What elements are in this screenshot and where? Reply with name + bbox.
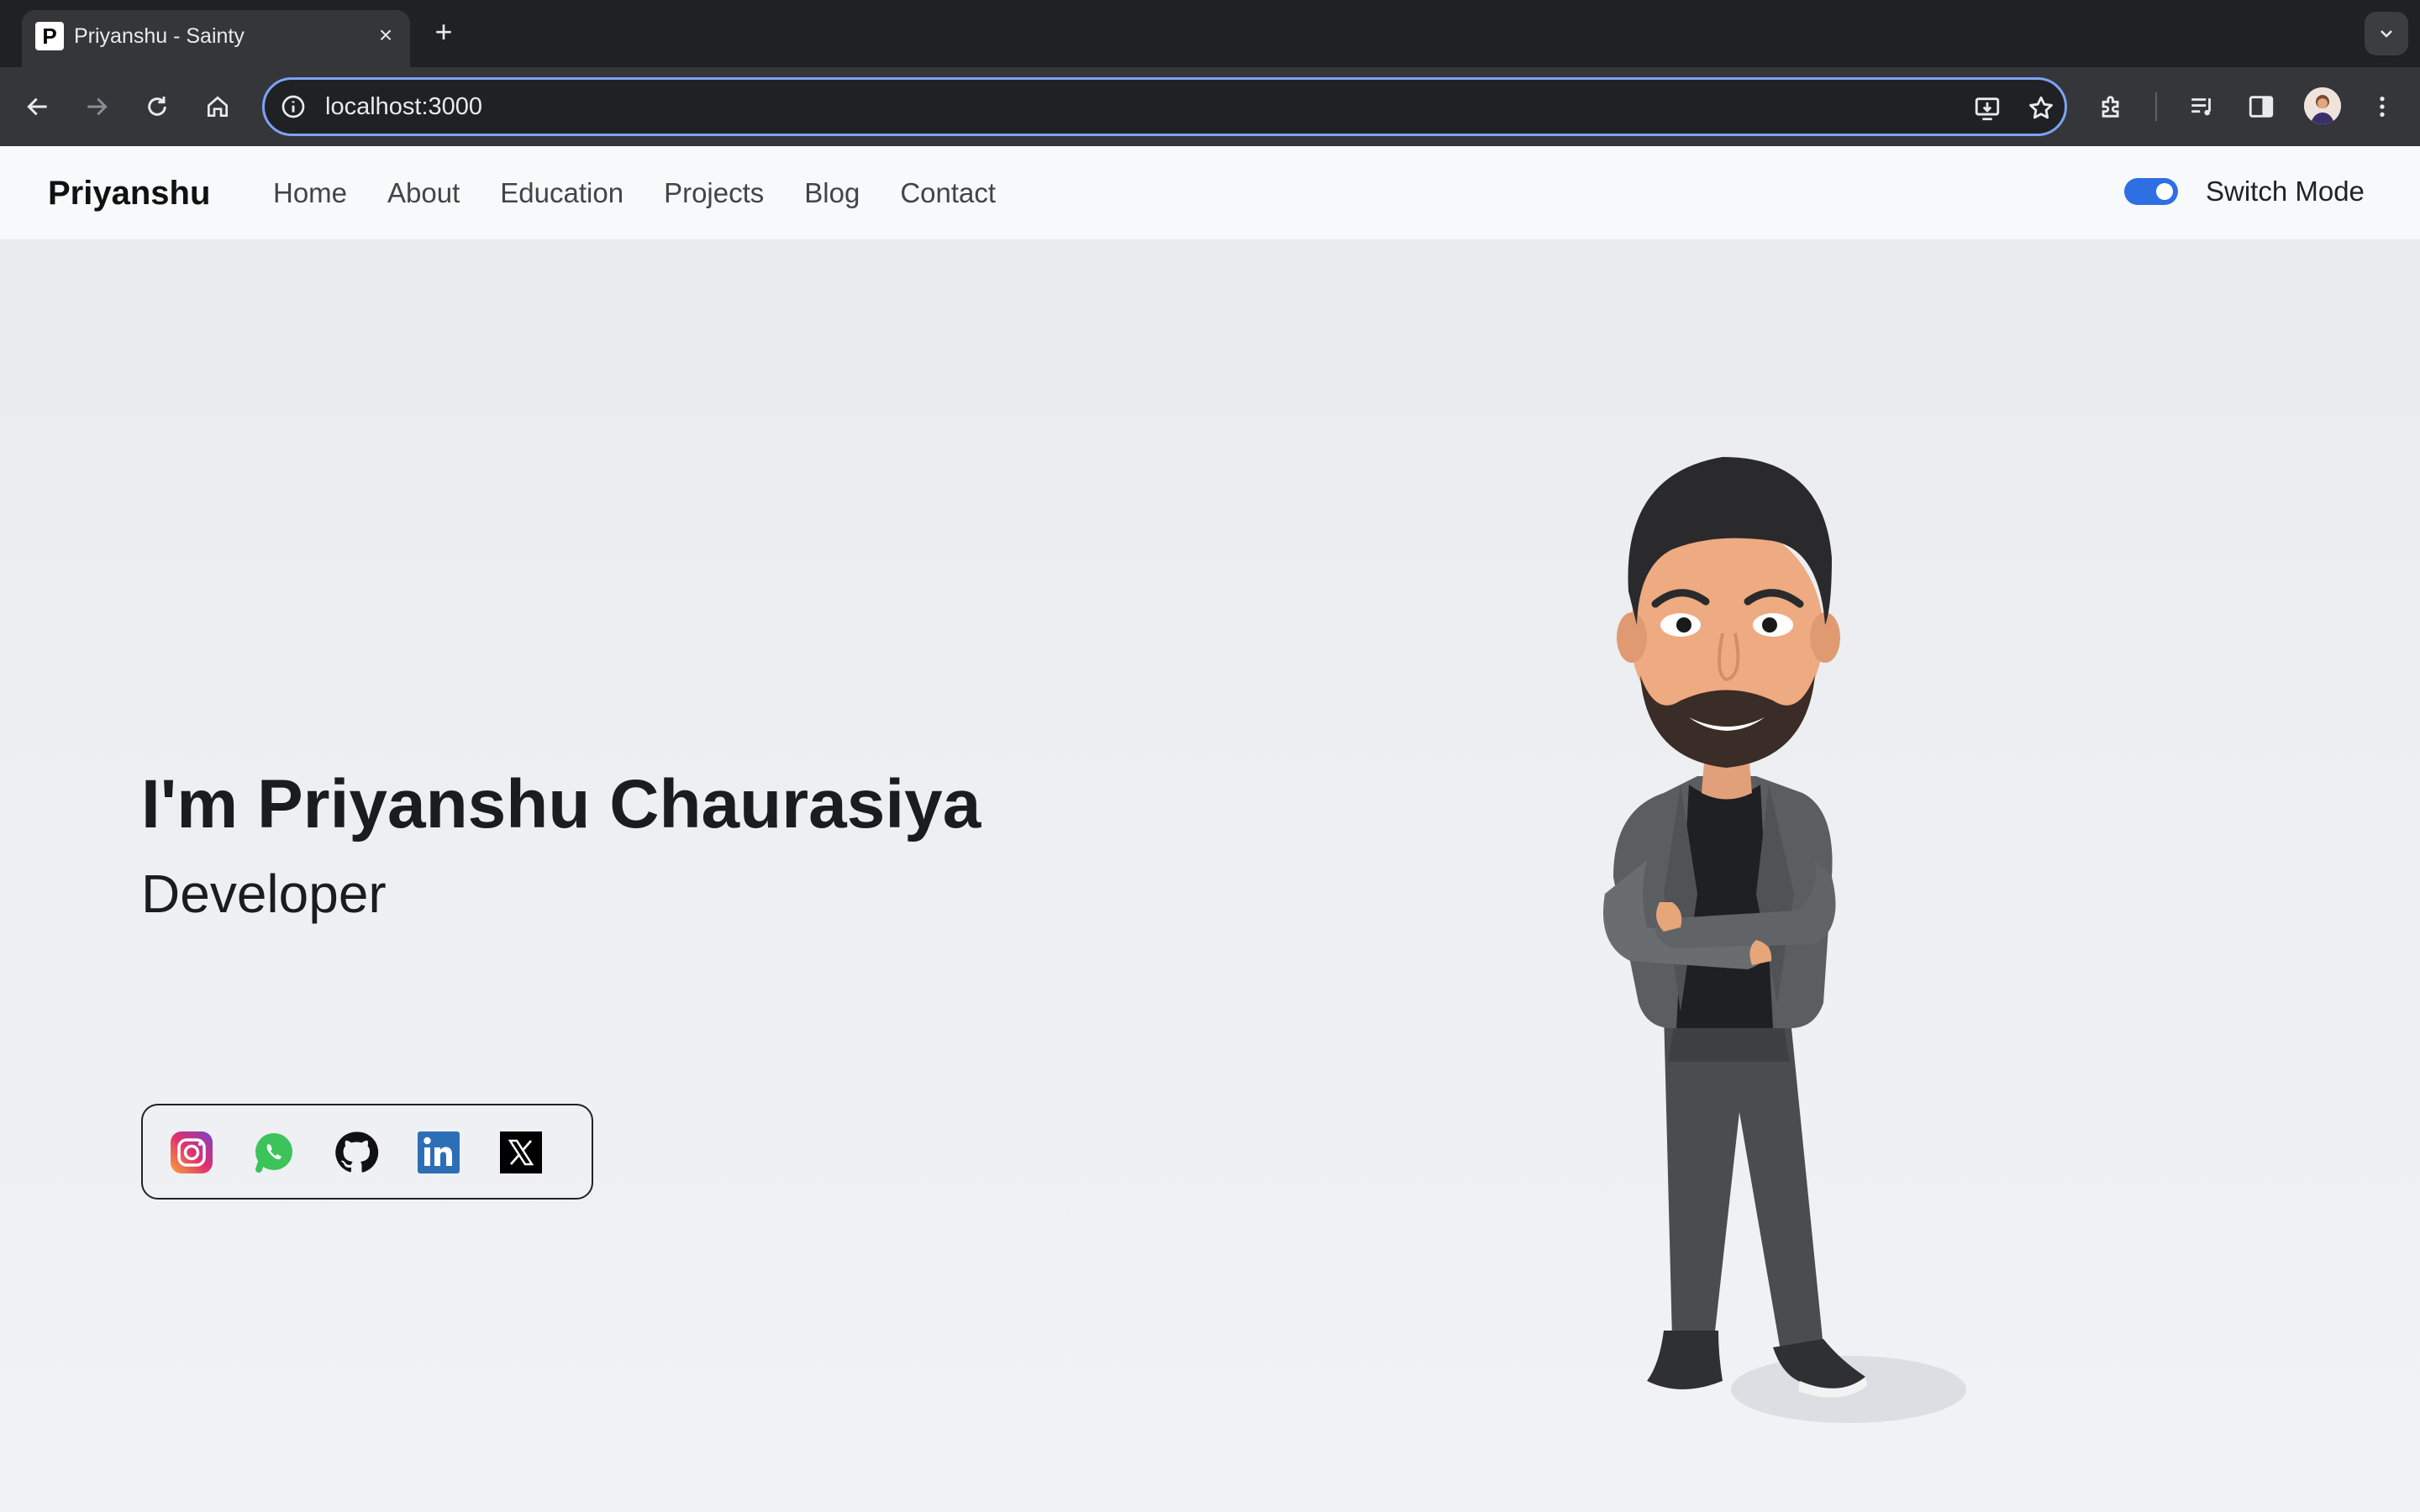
side-panel-button[interactable]	[2240, 86, 2282, 128]
tab-search-button[interactable]	[2365, 12, 2408, 55]
whatsapp-icon[interactable]	[250, 1129, 297, 1176]
social-links	[141, 1104, 593, 1200]
switch-mode-label: Switch Mode	[2206, 176, 2365, 207]
forward-button[interactable]	[76, 86, 118, 128]
media-controls-button[interactable]	[2181, 86, 2223, 128]
linkedin-icon[interactable]	[415, 1129, 462, 1176]
tab-close-icon[interactable]: ×	[371, 20, 401, 50]
hero-subtitle: Developer	[141, 864, 387, 924]
toolbar-divider	[2155, 92, 2157, 121]
browser-toolbar: localhost:3000	[0, 67, 2420, 146]
profile-avatar-icon	[2304, 87, 2341, 124]
address-bar[interactable]: localhost:3000	[262, 77, 2067, 136]
home-button[interactable]	[197, 86, 239, 128]
extensions-button[interactable]	[2091, 86, 2133, 128]
new-tab-button[interactable]: +	[427, 15, 460, 49]
instagram-icon[interactable]	[168, 1129, 215, 1176]
browser-tabstrip: P Priyanshu - Sainty × +	[0, 0, 2420, 67]
nav-link-contact[interactable]: Contact	[900, 175, 996, 212]
tab-favicon-icon: P	[35, 22, 64, 50]
nav-link-home[interactable]: Home	[273, 175, 347, 212]
address-url[interactable]: localhost:3000	[325, 92, 482, 122]
bookmark-star-icon[interactable]	[2026, 93, 2056, 123]
nav-link-projects[interactable]: Projects	[664, 175, 764, 212]
back-button[interactable]	[17, 86, 59, 128]
nav-link-blog[interactable]: Blog	[804, 175, 860, 212]
reload-icon	[148, 97, 166, 116]
tab-title: Priyanshu - Sainty	[74, 24, 245, 48]
arrow-right-icon	[87, 97, 108, 116]
hero-title: I'm Priyanshu Chaurasiya	[141, 766, 981, 843]
queue-music-icon	[2191, 98, 2211, 116]
side-panel-icon	[2249, 96, 2274, 118]
reload-button[interactable]	[136, 86, 178, 128]
kebab-menu-icon	[2380, 97, 2385, 117]
chevron-down-icon	[2381, 30, 2392, 38]
x-icon[interactable]	[497, 1129, 544, 1176]
browser-tab[interactable]: P Priyanshu - Sainty ×	[22, 10, 410, 67]
mode-toggle-switch[interactable]	[2124, 178, 2178, 205]
avatar-illustration	[1603, 457, 1966, 1423]
site-brand[interactable]: Priyanshu	[48, 173, 210, 213]
site-info-icon[interactable]	[280, 93, 307, 120]
profile-avatar[interactable]	[2304, 87, 2341, 124]
chrome-menu-button[interactable]	[2361, 86, 2403, 128]
nav-link-education[interactable]: Education	[500, 175, 623, 212]
nav-links: Home About Education Projects Blog Conta…	[273, 175, 996, 212]
toggle-knob	[2156, 183, 2173, 200]
site-navbar: Priyanshu Home About Education Projects …	[0, 146, 2420, 240]
install-app-icon[interactable]	[1972, 93, 2002, 123]
arrow-left-icon	[27, 97, 47, 116]
nav-link-about[interactable]: About	[387, 175, 460, 212]
home-icon	[208, 96, 228, 117]
github-icon[interactable]	[333, 1129, 380, 1176]
page: Priyanshu Home About Education Projects …	[0, 146, 2420, 1512]
puzzle-icon	[2102, 96, 2119, 118]
